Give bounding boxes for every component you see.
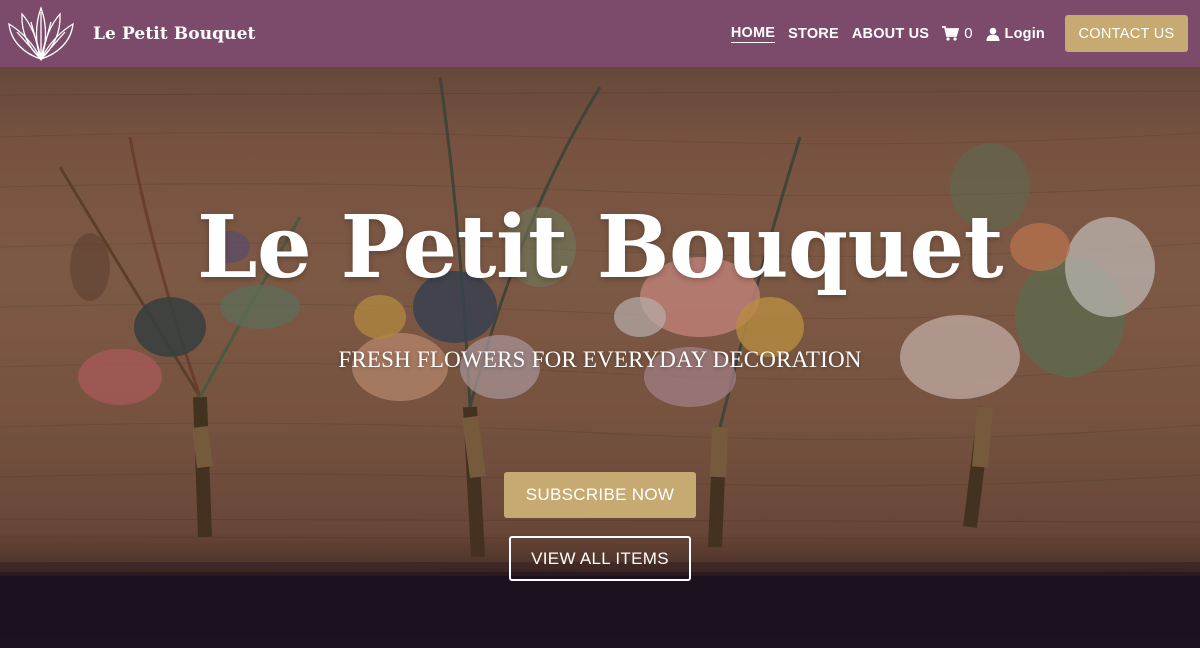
subscribe-now-button[interactable]: SUBSCRIBE NOW [504, 472, 696, 518]
hero-title: Le Petit Bouquet [197, 197, 1003, 298]
user-icon [986, 27, 1000, 41]
login-label: Login [1004, 25, 1045, 42]
nav-links: HOME STORE ABOUT US 0 Login CONTACT US [730, 0, 1188, 67]
top-navbar: Le Petit Bouquet HOME STORE ABOUT US 0 L… [0, 0, 1200, 67]
contact-us-button[interactable]: CONTACT US [1065, 15, 1188, 52]
brand[interactable]: Le Petit Bouquet [0, 0, 256, 67]
view-all-items-button[interactable]: VIEW ALL ITEMS [509, 536, 691, 581]
hero-subtitle: FRESH FLOWERS FOR EVERYDAY DECORATION [338, 347, 862, 372]
lotus-logo-icon [8, 5, 74, 61]
cart-button[interactable]: 0 [942, 25, 973, 42]
cart-count: 0 [964, 25, 973, 42]
nav-home-link[interactable]: HOME [730, 25, 776, 43]
hero-section: Le Petit Bouquet FRESH FLOWERS FOR EVERY… [0, 67, 1200, 648]
cart-icon [942, 26, 960, 41]
brand-name: Le Petit Bouquet [93, 23, 256, 44]
login-link[interactable]: Login [986, 26, 1045, 42]
nav-about-link[interactable]: ABOUT US [852, 26, 929, 42]
nav-store-link[interactable]: STORE [788, 26, 839, 42]
